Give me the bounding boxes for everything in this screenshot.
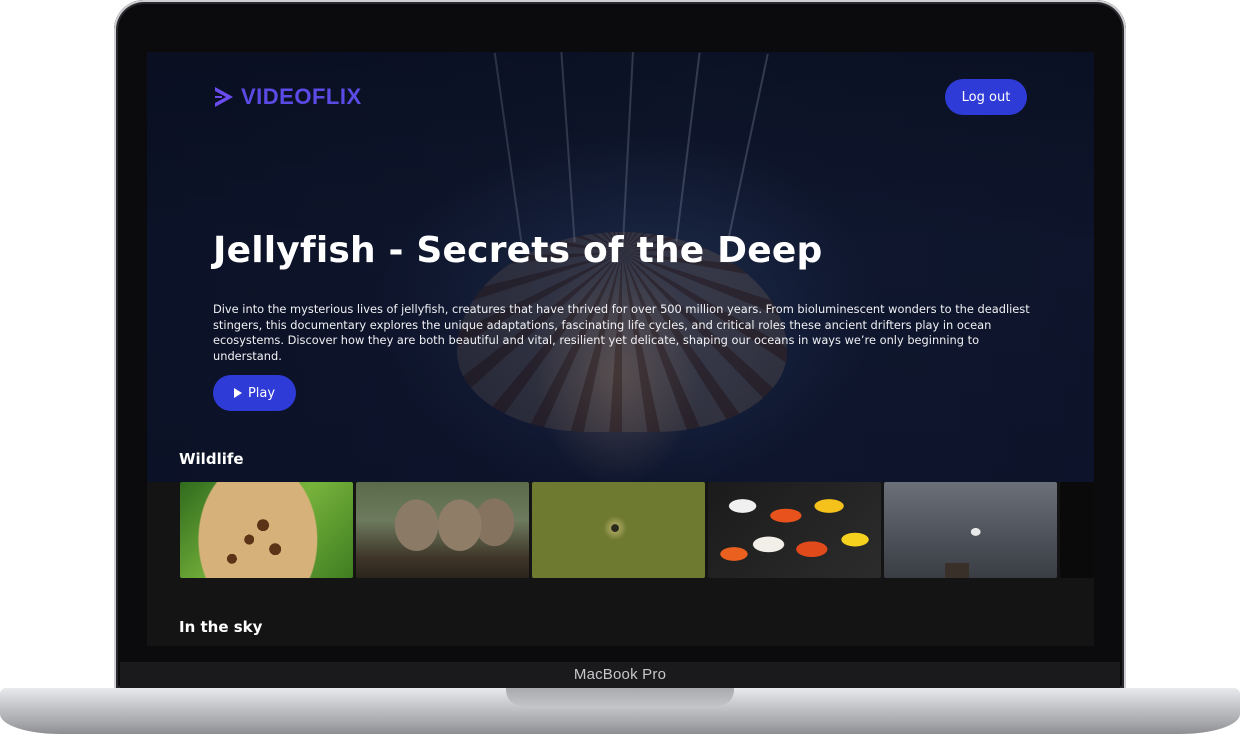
hero-description: Dive into the mysterious lives of jellyf… xyxy=(213,302,1030,363)
play-button[interactable]: Play xyxy=(213,375,296,411)
brand-name: VIDEOFLIX xyxy=(241,84,362,109)
hero-banner: VIDEOFLIX Log out Jellyfish - Secrets of… xyxy=(147,52,1094,482)
play-label: Play xyxy=(247,385,276,401)
thumbnail-koi[interactable] xyxy=(708,482,881,578)
section-title-in-the-sky: In the sky xyxy=(179,618,263,636)
thumbnail-partial[interactable] xyxy=(1060,482,1094,578)
laptop-notch xyxy=(506,688,734,706)
lower-section xyxy=(147,578,1094,646)
app-screen: VIDEOFLIX Log out Jellyfish - Secrets of… xyxy=(147,52,1094,646)
thumbnail-giraffe[interactable] xyxy=(180,482,353,578)
brand-logo[interactable]: VIDEOFLIX xyxy=(213,84,362,110)
hero-title: Jellyfish - Secrets of the Deep xyxy=(213,230,823,271)
thumbnail-monkeys[interactable] xyxy=(356,482,529,578)
thumbnail-seagull[interactable] xyxy=(884,482,1057,578)
wildlife-row xyxy=(180,482,1094,578)
play-icon xyxy=(233,388,242,398)
logo-chevron-icon xyxy=(215,87,233,107)
device-label: MacBook Pro xyxy=(573,666,667,683)
section-title-wildlife: Wildlife xyxy=(179,450,244,468)
thumbnail-chameleon[interactable] xyxy=(532,482,705,578)
logout-button[interactable]: Log out xyxy=(945,79,1027,115)
